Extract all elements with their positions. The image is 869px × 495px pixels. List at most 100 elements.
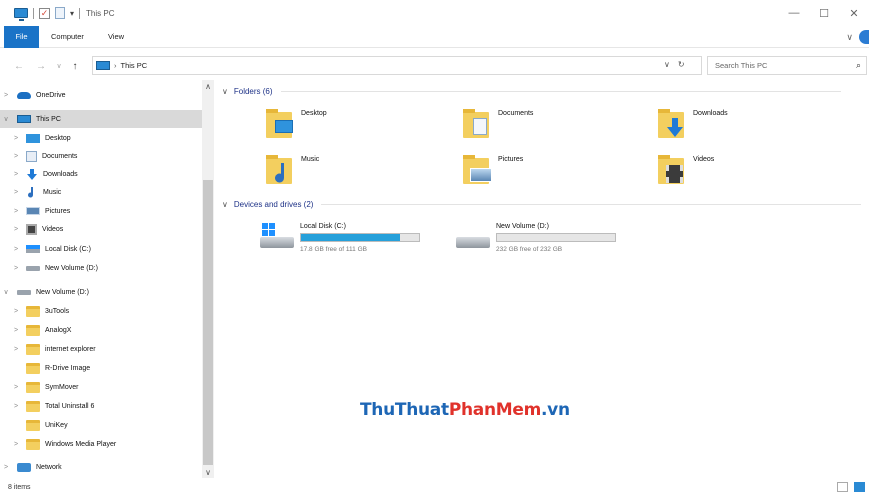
status-bar: 8 items <box>0 480 869 495</box>
sidebar-item-local-disk-c[interactable]: > Local Disk (C:) <box>0 240 202 258</box>
computer-icon[interactable] <box>14 8 28 21</box>
expand-arrow-icon[interactable]: > <box>10 189 22 196</box>
expand-ribbon-icon[interactable]: ∨ <box>846 32 853 43</box>
customize-toolbar-icon[interactable]: ▾ <box>70 9 74 18</box>
address-tools: ∨ ↻ <box>664 60 685 69</box>
scroll-up-icon[interactable]: ∧ <box>202 80 214 92</box>
up-button[interactable]: ↑ <box>68 61 82 72</box>
refresh-icon[interactable]: ↻ <box>678 60 685 69</box>
expand-arrow-icon[interactable]: > <box>10 226 22 233</box>
sidebar-item-desktop[interactable]: > Desktop <box>0 129 202 147</box>
expand-arrow-icon[interactable]: > <box>10 441 22 448</box>
sidebar-item-analogx[interactable]: > AnalogX <box>0 321 202 339</box>
sidebar-item-windows-media-player[interactable]: > Windows Media Player <box>0 435 202 453</box>
folder-icon <box>26 305 40 317</box>
back-button[interactable]: ← <box>12 61 26 72</box>
sidebar-item-videos[interactable]: > Videos <box>0 220 202 238</box>
folder-icon <box>26 343 40 355</box>
new-folder-icon[interactable] <box>55 7 65 19</box>
folder-tile-pictures[interactable]: Pictures <box>463 152 523 186</box>
chevron-down-icon[interactable]: ∨ <box>222 87 228 96</box>
expand-arrow-icon[interactable]: > <box>10 384 22 391</box>
folder-tile-desktop[interactable]: Desktop <box>266 106 327 140</box>
address-bar[interactable]: › This PC <box>92 56 702 75</box>
folder-tile-documents[interactable]: Documents <box>463 106 533 140</box>
drives-group-header[interactable]: ∨ Devices and drives (2) <box>222 200 862 209</box>
divider <box>280 91 841 92</box>
properties-icon[interactable]: ✓ <box>39 7 50 19</box>
expand-arrow-icon[interactable]: > <box>0 92 12 99</box>
breadcrumb[interactable]: This PC <box>121 61 148 70</box>
recent-locations-icon[interactable]: ∨ <box>52 62 66 70</box>
sidebar-item-new-volume-d-expanded[interactable]: ∨ New Volume (D:) <box>0 283 202 301</box>
folder-tile-downloads[interactable]: Downloads <box>658 106 728 140</box>
folders-group-header[interactable]: ∨ Folders (6) <box>222 87 841 96</box>
watermark: ThuThuatPhanMem.vn <box>360 400 570 420</box>
details-view-icon[interactable] <box>837 482 848 492</box>
drive-tile-new-volume-d[interactable]: New Volume (D:) 232 GB free of 232 GB <box>456 223 616 253</box>
sidebar-item-music[interactable]: > Music <box>0 183 202 201</box>
sidebar-item-label: Documents <box>42 152 78 160</box>
folder-tile-music[interactable]: Music <box>266 152 319 186</box>
drive-tile-local-disk-c[interactable]: Local Disk (C:) 17.8 GB free of 111 GB <box>260 223 420 253</box>
scroll-thumb[interactable] <box>203 180 213 465</box>
sidebar-item-label: Local Disk (C:) <box>45 245 91 253</box>
sidebar-item-unikey[interactable]: UniKey <box>0 416 202 434</box>
sidebar-item-label: 3uTools <box>45 307 70 315</box>
tab-computer[interactable]: Computer <box>39 32 96 41</box>
expand-arrow-icon[interactable]: > <box>10 265 22 272</box>
expand-arrow-icon[interactable]: > <box>10 153 22 160</box>
view-buttons <box>837 482 865 492</box>
sidebar-item-label: R-Drive Image <box>45 364 91 372</box>
expand-arrow-icon[interactable]: > <box>10 403 22 410</box>
sidebar-item-label: Pictures <box>45 207 71 215</box>
sidebar-item-new-volume-d[interactable]: > New Volume (D:) <box>0 259 202 277</box>
network-icon <box>17 462 31 472</box>
collapse-arrow-icon[interactable]: ∨ <box>0 115 12 123</box>
sidebar-item-onedrive[interactable]: > OneDrive <box>0 86 202 104</box>
minimize-button[interactable]: — <box>779 0 809 26</box>
chevron-down-icon[interactable]: ∨ <box>222 200 228 209</box>
forward-button[interactable]: → <box>34 61 48 72</box>
sidebar-item-network[interactable]: > Network <box>0 458 202 476</box>
search-icon[interactable]: ⌕ <box>856 60 861 71</box>
tab-file[interactable]: File <box>4 25 39 48</box>
sidebar-item-label: internet explorer <box>45 345 96 353</box>
collapse-arrow-icon[interactable]: ∨ <box>0 288 12 296</box>
watermark-part: PhanMem <box>448 400 542 420</box>
sidebar-item-documents[interactable]: > Documents <box>0 147 202 165</box>
expand-arrow-icon[interactable]: > <box>0 464 12 471</box>
expand-arrow-icon[interactable]: > <box>10 171 22 178</box>
cloud-icon <box>17 91 31 99</box>
group-title: Devices and drives (2) <box>233 200 314 209</box>
documents-folder-icon <box>463 106 493 140</box>
close-button[interactable]: ✕ <box>839 0 869 26</box>
scroll-down-icon[interactable]: ∨ <box>202 466 214 478</box>
maximize-button[interactable]: ☐ <box>809 0 839 26</box>
expand-arrow-icon[interactable]: > <box>10 246 22 253</box>
sidebar-item-pictures[interactable]: > Pictures <box>0 202 202 220</box>
expand-arrow-icon[interactable]: > <box>10 308 22 315</box>
drive-free-space: 17.8 GB free of 111 GB <box>300 246 367 253</box>
sidebar-item-r-drive-image[interactable]: R-Drive Image <box>0 359 202 377</box>
sidebar-item-internet-explorer[interactable]: > internet explorer <box>0 340 202 358</box>
nav-scrollbar[interactable]: ∧ ∨ <box>202 80 214 478</box>
ribbon-right: ∨ <box>846 30 869 44</box>
sidebar-item-downloads[interactable]: > Downloads <box>0 165 202 183</box>
sidebar-item-total-uninstall[interactable]: > Total Uninstall 6 <box>0 397 202 415</box>
tab-view[interactable]: View <box>96 32 136 41</box>
help-icon[interactable] <box>859 30 869 44</box>
breadcrumb-separator[interactable]: › <box>114 61 117 70</box>
expand-arrow-icon[interactable]: > <box>10 346 22 353</box>
sidebar-item-3utools[interactable]: > 3uTools <box>0 302 202 320</box>
sidebar-item-this-pc[interactable]: ∨ This PC <box>0 110 202 128</box>
large-icons-view-icon[interactable] <box>854 482 865 492</box>
folder-icon <box>26 362 40 374</box>
expand-arrow-icon[interactable]: > <box>10 135 22 142</box>
sidebar-item-symmover[interactable]: > SymMover <box>0 378 202 396</box>
address-dropdown-icon[interactable]: ∨ <box>664 60 670 69</box>
expand-arrow-icon[interactable]: > <box>10 208 22 215</box>
expand-arrow-icon[interactable]: > <box>10 327 22 334</box>
search-input[interactable]: Search This PC ⌕ <box>707 56 867 75</box>
folder-tile-videos[interactable]: Videos <box>658 152 714 186</box>
